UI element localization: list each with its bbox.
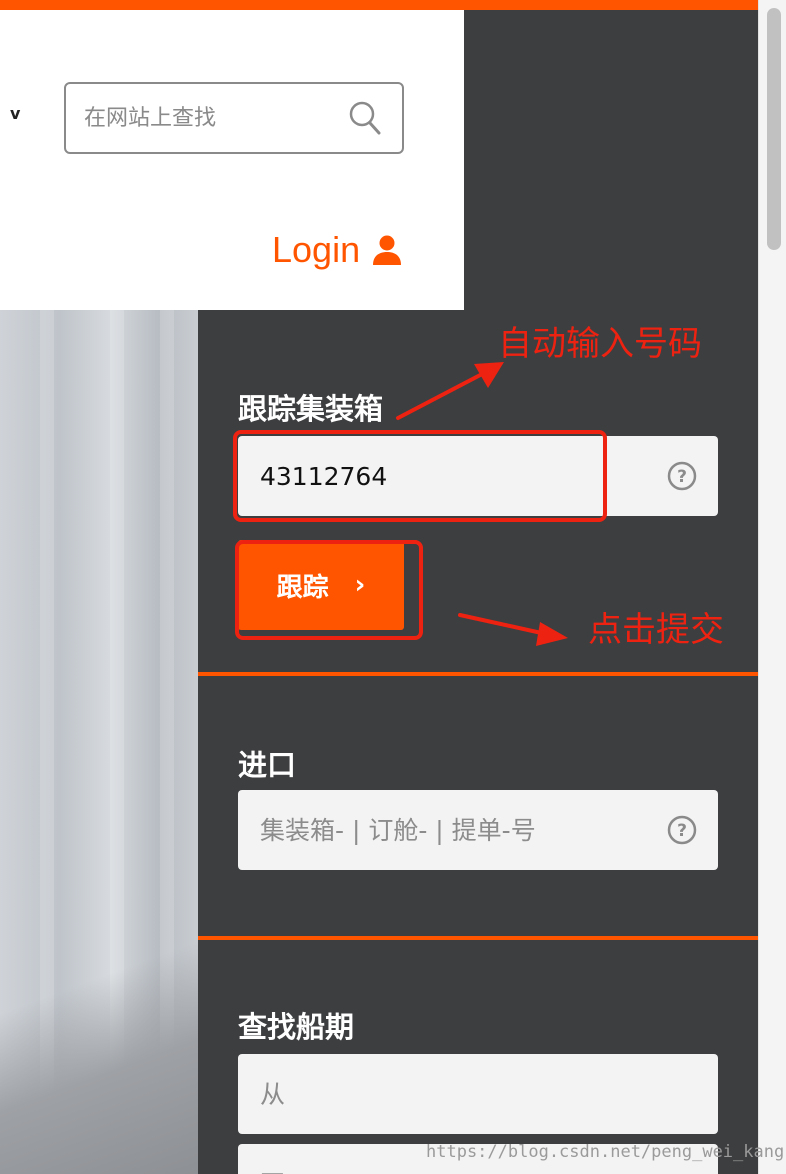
find-schedule-title: 查找船期 [238,1010,355,1044]
schedule-to-input[interactable] [260,1164,650,1174]
user-icon [373,235,402,265]
track-container-title: 跟踪集装箱 [238,392,384,426]
svg-text:?: ? [677,821,687,841]
help-circle-icon[interactable]: ? [666,814,698,846]
schedule-from-field [238,1054,718,1134]
watermark: https://blog.csdn.net/peng_wei_kang [426,1142,785,1162]
svg-text:?: ? [677,467,687,487]
track-button[interactable]: 跟踪 › [238,540,404,630]
login-label: Login [272,229,361,270]
search-input[interactable] [84,100,344,136]
annotation-auto-input-text: 自动输入号码 [498,324,702,364]
chevron-right-icon: › [354,570,366,600]
help-circle-icon[interactable]: ? [666,460,698,492]
import-title: 进口 [238,748,297,782]
top-accent-bar [0,0,758,10]
track-container-field: ? [238,436,718,516]
schedule-from-input[interactable] [260,1074,650,1114]
section-divider [198,672,758,676]
import-number-input[interactable] [260,810,650,850]
container-number-input[interactable] [260,456,650,496]
track-button-label: 跟踪 [276,572,329,603]
annotation-click-submit-text: 点击提交 [588,610,724,650]
background-photo [0,310,198,1174]
chevron-down-icon[interactable]: v [10,104,28,124]
site-search [64,82,404,154]
search-icon[interactable] [348,100,382,136]
scrollbar-thumb[interactable] [767,8,781,250]
header-panel: v Login [0,10,464,310]
login-link[interactable]: Login [272,226,402,274]
section-divider [198,936,758,940]
page-scrollbar[interactable] [758,0,786,1174]
import-field: ? [238,790,718,870]
